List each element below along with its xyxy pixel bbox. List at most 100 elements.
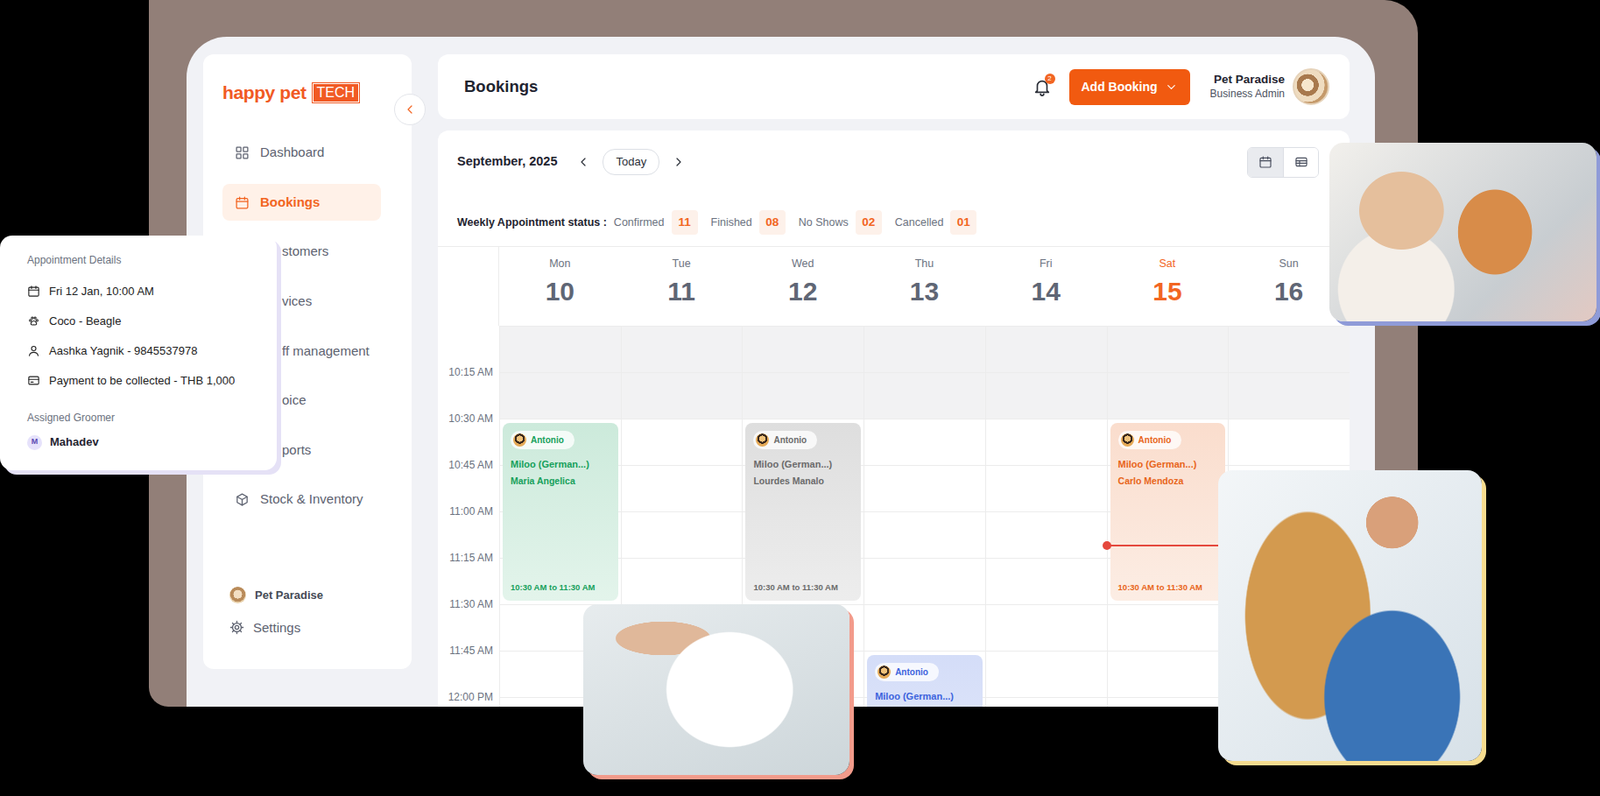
box-icon bbox=[234, 492, 250, 508]
day-date[interactable]: 10 bbox=[499, 274, 621, 309]
notifications-button[interactable]: 2 bbox=[1032, 77, 1052, 97]
day-name[interactable]: Thu bbox=[863, 256, 986, 271]
sidebar-item[interactable]: Dashboard bbox=[222, 134, 381, 172]
day-header[interactable]: Sat 15 bbox=[1106, 246, 1229, 326]
time-slot[interactable] bbox=[620, 465, 743, 512]
time-slot[interactable] bbox=[1227, 372, 1350, 419]
chevron-left-icon bbox=[402, 102, 417, 117]
account-avatar-icon[interactable] bbox=[1292, 68, 1330, 106]
time-slot[interactable] bbox=[1106, 650, 1229, 698]
logo-name[interactable]: happy pet bbox=[222, 78, 307, 107]
detail-text: Fri 12 Jan, 10:00 AM bbox=[49, 282, 155, 301]
business-switcher[interactable]: Pet Paradise bbox=[229, 586, 381, 605]
woman-cat-photo bbox=[1329, 142, 1597, 322]
settings-link[interactable]: Settings bbox=[229, 618, 381, 639]
time-slot[interactable] bbox=[863, 511, 986, 558]
time-slot[interactable] bbox=[863, 418, 986, 466]
time-slot[interactable] bbox=[985, 465, 1107, 512]
next-week-button[interactable] bbox=[671, 155, 686, 170]
day-header[interactable]: Mon 10 bbox=[499, 246, 621, 326]
collapse-button[interactable] bbox=[394, 93, 426, 126]
time-slot[interactable] bbox=[620, 372, 743, 419]
customer-name: Lourdes Manalo bbox=[753, 474, 853, 487]
day-name[interactable]: Wed bbox=[741, 256, 864, 271]
sidebar-item-label[interactable]: ff management bbox=[281, 341, 370, 362]
time-slot[interactable] bbox=[620, 418, 743, 466]
day-date[interactable]: 15 bbox=[1106, 274, 1229, 309]
time-slot[interactable] bbox=[741, 325, 864, 373]
time-slot[interactable] bbox=[863, 372, 986, 419]
time-slot[interactable] bbox=[499, 325, 621, 373]
booking-card[interactable]: AntonioMiloo (German...)Maria Angelica10… bbox=[502, 422, 619, 601]
status-label: Cancelled bbox=[895, 214, 945, 232]
add-booking-label[interactable]: Add Booking bbox=[1081, 77, 1158, 97]
time-slot[interactable] bbox=[741, 372, 864, 419]
calendar-header: Mon10Tue11Wed12Thu13Fri14Sat15Sun16 bbox=[437, 246, 1350, 326]
sidebar-item[interactable]: Bookings bbox=[222, 183, 381, 221]
time-slot[interactable] bbox=[1106, 697, 1229, 707]
day-name[interactable]: Mon bbox=[499, 256, 621, 271]
day-date[interactable]: 11 bbox=[620, 274, 743, 309]
time-slot[interactable] bbox=[1106, 604, 1229, 651]
time-slot[interactable] bbox=[499, 372, 621, 419]
time-slot[interactable] bbox=[985, 604, 1107, 651]
time-slot[interactable] bbox=[1106, 372, 1229, 419]
sidebar-item-label[interactable]: Bookings bbox=[260, 192, 320, 213]
day-name[interactable]: Sat bbox=[1106, 256, 1229, 271]
time-slot[interactable] bbox=[620, 511, 743, 558]
time-label: 10:45 AM bbox=[437, 458, 494, 472]
sidebar-item-label[interactable]: Dashboard bbox=[260, 142, 325, 163]
day-date[interactable]: 13 bbox=[863, 274, 986, 309]
day-header[interactable]: Fri 14 bbox=[985, 246, 1107, 326]
time-slot[interactable] bbox=[985, 418, 1107, 466]
today-button[interactable]: Today bbox=[602, 148, 660, 176]
sidebar-item-label[interactable]: vices bbox=[281, 291, 312, 312]
day-date[interactable]: 12 bbox=[741, 274, 864, 309]
time-slot[interactable] bbox=[985, 557, 1107, 605]
time-slot[interactable] bbox=[985, 511, 1107, 558]
time-slot[interactable] bbox=[1227, 418, 1350, 466]
sidebar-item-label[interactable]: Stock & Inventory bbox=[260, 489, 364, 510]
account-name[interactable]: Pet Paradise bbox=[1210, 72, 1285, 88]
day-header[interactable]: Tue 11 bbox=[620, 246, 743, 326]
time-slot[interactable] bbox=[985, 650, 1107, 698]
account-info[interactable]: Pet ParadiseBusiness Admin bbox=[1210, 72, 1285, 101]
prev-week-button[interactable] bbox=[576, 155, 591, 170]
sidebar-item-label[interactable]: stomers bbox=[281, 241, 329, 262]
time-slot[interactable] bbox=[863, 557, 986, 605]
time-slot[interactable] bbox=[863, 604, 986, 651]
day-date[interactable]: 14 bbox=[985, 274, 1107, 309]
booking-card[interactable]: AntonioMiloo (German...)Lourdes Manalo10… bbox=[745, 422, 861, 601]
day-name[interactable]: Fri bbox=[985, 256, 1107, 271]
settings-label[interactable]: Settings bbox=[253, 618, 301, 639]
sidebar-item-label[interactable]: ports bbox=[281, 440, 311, 461]
status-title: Weekly Appointment status : bbox=[457, 214, 607, 232]
time-slot[interactable] bbox=[1227, 325, 1350, 373]
sidebar-item[interactable]: Stock & Inventory bbox=[222, 481, 381, 519]
day-header[interactable]: Wed 12 bbox=[741, 246, 864, 326]
sidebar-footer: Pet Paradise Settings bbox=[222, 586, 381, 639]
time-slot[interactable] bbox=[863, 465, 986, 512]
sidebar-item-label[interactable]: oice bbox=[281, 390, 307, 411]
business-name[interactable]: Pet Paradise bbox=[254, 586, 324, 605]
time-slot[interactable] bbox=[1106, 325, 1229, 373]
groomer-chip: Antonio bbox=[753, 430, 818, 450]
view-button[interactable] bbox=[1247, 148, 1283, 177]
booking-card[interactable]: AntonioMiloo (German...)Carlo Mendoza10:… bbox=[1110, 422, 1227, 601]
logo-tag[interactable]: TECH bbox=[311, 82, 361, 104]
page: happy petTECH Dashboard Bookings stomers vi… bbox=[0, 0, 1600, 796]
time-slot[interactable] bbox=[620, 325, 743, 373]
time-slot[interactable] bbox=[985, 325, 1107, 373]
weekly-status: Weekly Appointment status :Confirmed11Fi… bbox=[437, 210, 1350, 235]
time-slot[interactable] bbox=[985, 372, 1107, 419]
logo[interactable]: happy petTECH bbox=[222, 78, 381, 107]
day-name[interactable]: Tue bbox=[620, 256, 743, 271]
booking-card[interactable]: AntonioMiloo (German...) bbox=[866, 655, 983, 707]
day-header[interactable]: Thu 13 bbox=[863, 246, 986, 326]
gear-icon bbox=[229, 620, 245, 635]
add-booking-button[interactable]: Add Booking bbox=[1069, 69, 1191, 106]
time-slot[interactable] bbox=[985, 697, 1107, 707]
time-slot[interactable] bbox=[620, 557, 743, 605]
time-slot[interactable] bbox=[863, 325, 986, 373]
view-button[interactable] bbox=[1282, 148, 1319, 177]
